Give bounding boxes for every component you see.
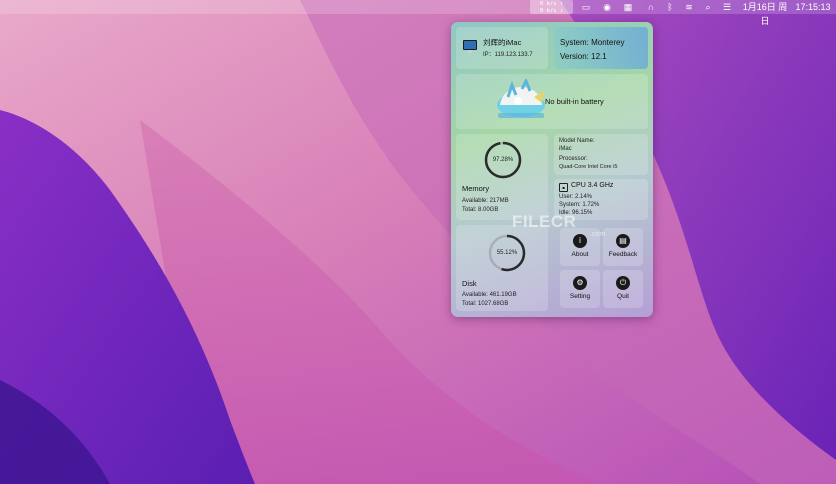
system-name: System: Monterey [560,38,625,47]
info-icon: i [573,234,587,248]
ip-address: IP：119.123.133.7 [483,52,533,58]
search-icon[interactable]: ⌕ [701,0,715,14]
disk-percent: 55.12% [496,250,518,256]
disk-available: Available: 461.19GB [462,292,517,298]
display-icon[interactable]: ▭ [579,0,593,14]
grid-icon[interactable]: ▦ [621,0,635,14]
model-name-label: Model Name: [559,138,595,144]
power-icon: ⏻ [616,276,630,290]
cpu-user: User: 2.14% [559,194,593,200]
computer-name: 刘辉的iMac [483,38,522,47]
processor-value: Quad-Core Intel Core i5 [559,164,618,170]
menu-bar: 0 b/s ↑ 0 b/s ↓ ▭ ◉ ▦ ∩ ᛒ ≋ ⌕ ☰ 1月16日 周日… [0,0,836,26]
bluetooth-icon[interactable]: ᛒ [663,0,677,14]
watermark-domain: .com [590,231,606,238]
network-speed-status-item[interactable]: 0 b/s ↑ 0 b/s ↓ [530,0,573,14]
watermark-brand: FILECR [512,212,577,231]
quit-button[interactable]: ⏻ Quit [603,270,643,308]
memory-card: 97.28% Memory Available: 217MB Total: 8.… [456,134,548,220]
cpu-chip-icon: ▪ [559,183,568,192]
setting-label: Setting [569,293,591,300]
memory-available: Available: 217MB [462,198,509,204]
net-download-speed: 0 b/s ↓ [539,7,564,14]
model-name-value: iMac [559,146,572,152]
feedback-label: Feedback [608,251,638,258]
about-label: About [571,251,589,258]
menubar-clock[interactable]: 17:15:13 [792,0,834,14]
system-version: Version: 12.1 [560,52,607,61]
clipboard-icon: ▤ [616,234,630,248]
control-center-icon[interactable]: ☰ [720,0,734,14]
system-info-card: System: Monterey Version: 12.1 [554,27,648,69]
memory-percent: 97.28% [492,157,514,163]
disk-title: Disk [462,279,477,288]
imac-icon [463,40,477,53]
menubar-date[interactable]: 1月16日 周日 [740,0,790,26]
memory-total: Total: 8.00GB [462,207,499,213]
desktop-wallpaper [0,0,836,484]
battery-card: No built-in battery [456,74,648,129]
quit-label: Quit [617,293,629,300]
headphones-icon[interactable]: ∩ [644,0,658,14]
memory-title: Memory [462,184,490,193]
disk-total: Total: 1027.68GB [462,301,509,307]
computer-info-card: 刘辉的iMac IP：119.123.133.7 [456,27,548,69]
battery-illustration-icon [497,79,545,118]
processor-label: Processor: [559,156,588,162]
wifi-icon[interactable]: ≋ [682,0,696,14]
setting-button[interactable]: ⚙ Setting [560,270,600,308]
cpu-title: CPU 3.4 GHz [571,182,614,189]
feedback-button[interactable]: ▤ Feedback [603,228,643,266]
cpu-system: System: 1.72% [559,202,600,208]
disk-card: 55.12% Disk Available: 461.19GB Total: 1… [456,225,548,311]
shield-icon[interactable]: ◉ [600,0,614,14]
gear-icon: ⚙ [573,276,587,290]
system-monitor-popover: 刘辉的iMac IP：119.123.133.7 System: Montere… [451,22,653,317]
battery-status: No built-in battery [545,97,604,106]
model-card: Model Name: iMac Processor: Quad-Core In… [554,134,648,175]
